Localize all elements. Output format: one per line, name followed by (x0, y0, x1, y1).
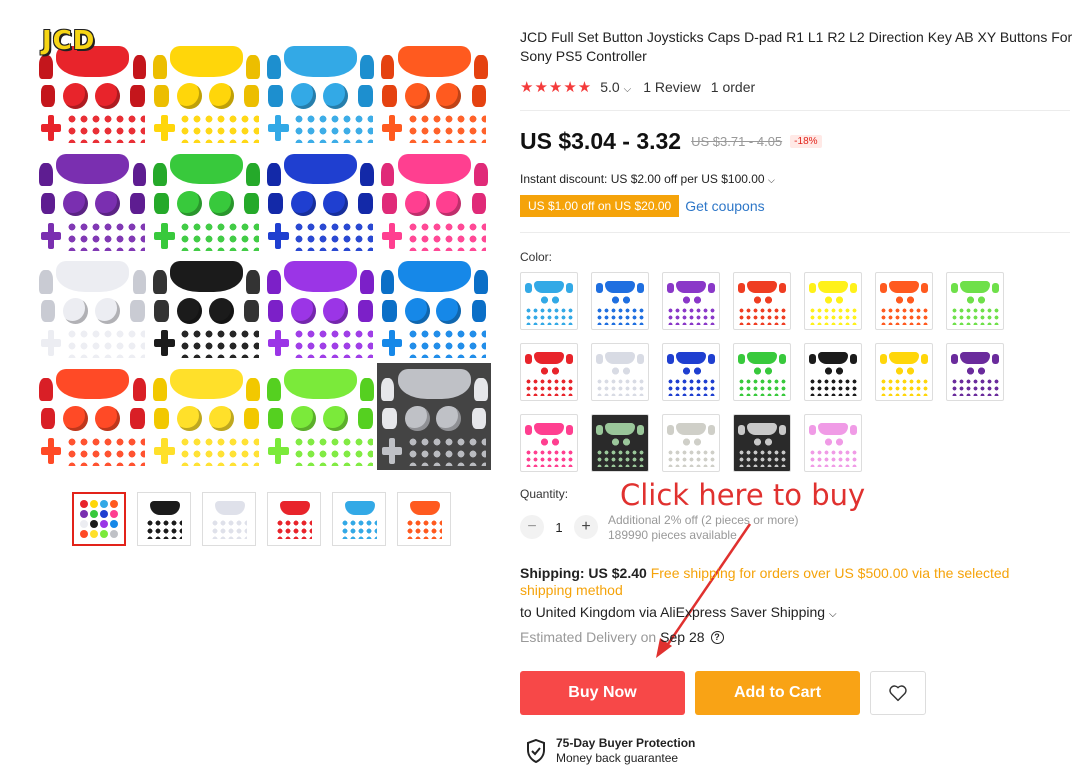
protection-title: 75-Day Buyer Protection (556, 736, 696, 750)
coupon-tag[interactable]: US $1.00 off on US $20.00 (520, 195, 680, 217)
ship-to-selector[interactable]: to United Kingdom via AliExpress Saver S… (520, 604, 837, 620)
price-row: US $3.04 - 3.32 US $3.71 - 4.05 -18% (520, 128, 822, 155)
orders-count: 1 order (710, 79, 756, 95)
color-swatch-9[interactable] (591, 343, 649, 401)
shipping-cost: Shipping: US $2.40 (520, 565, 647, 581)
brand-logo: JCD (42, 26, 96, 56)
current-price: US $3.04 - 3.32 (520, 128, 682, 154)
estimated-delivery: Estimated Delivery on Sep 28 ? (520, 629, 724, 645)
chevron-down-icon: ⌵ (767, 175, 775, 185)
thumbnail-4[interactable] (267, 492, 321, 546)
get-coupons-link[interactable]: Get coupons (685, 198, 764, 214)
estimated-delivery-label: Estimated Delivery on (520, 629, 657, 645)
color-swatch-17[interactable] (662, 414, 720, 472)
product-title: JCD Full Set Button Joysticks Caps D-pad… (520, 29, 1073, 64)
divider (520, 232, 1070, 233)
color-swatch-13[interactable] (875, 343, 933, 401)
thumbnail-strip (72, 492, 451, 546)
star-rating-icon: ★★★★★ (520, 79, 593, 96)
collage-kit (150, 363, 264, 471)
collage-kit (264, 255, 378, 363)
collage-kit (150, 40, 264, 148)
heart-icon (889, 685, 907, 702)
buy-now-button[interactable]: Buy Now (520, 671, 685, 715)
protection-subtitle: Money back guarantee (556, 751, 679, 765)
color-swatch-8[interactable] (520, 343, 578, 401)
reviews-link[interactable]: 1 Review (643, 79, 701, 95)
instant-discount[interactable]: Instant discount: US $2.00 off per US $1… (520, 172, 775, 186)
discount-badge: -18% (790, 135, 822, 148)
collage-kit (377, 40, 491, 148)
collage-kit (36, 148, 150, 256)
color-swatch-18[interactable] (733, 414, 791, 472)
rating-value[interactable]: 5.0 ⌵ (600, 79, 631, 95)
shipping-info: Shipping: US $2.40 Free shipping for ord… (520, 565, 1060, 599)
color-swatch-12[interactable] (804, 343, 862, 401)
quantity-input[interactable]: 1 (544, 520, 574, 535)
collage-kit (36, 40, 150, 148)
collage-kit (36, 255, 150, 363)
collage-kit (150, 148, 264, 256)
estimated-delivery-date: Sep 28 (660, 629, 705, 645)
color-swatch-11[interactable] (733, 343, 791, 401)
collage-kit (377, 148, 491, 256)
collage-kit (150, 255, 264, 363)
color-swatch-3[interactable] (662, 272, 720, 330)
product-collage (36, 40, 491, 470)
color-label: Color: (520, 250, 553, 264)
instant-discount-text: Instant discount: US $2.00 off per US $1… (520, 172, 765, 186)
thumbnail-6[interactable] (397, 492, 451, 546)
color-swatch-5[interactable] (804, 272, 862, 330)
color-swatch-19[interactable] (804, 414, 862, 472)
thumbnail-2[interactable] (137, 492, 191, 546)
collage-kit (264, 363, 378, 471)
annotation-text: Click here to buy (620, 478, 866, 512)
main-product-image[interactable]: JCD (36, 22, 491, 470)
collage-kit (264, 40, 378, 148)
color-swatch-16[interactable] (591, 414, 649, 472)
color-swatches (520, 272, 1010, 472)
color-swatch-4[interactable] (733, 272, 791, 330)
quantity-decrease-button[interactable]: − (520, 515, 544, 539)
wishlist-button[interactable] (870, 671, 926, 715)
chevron-down-icon: ⌵ (623, 84, 632, 95)
thumbnail-5[interactable] (332, 492, 386, 546)
add-to-cart-button[interactable]: Add to Cart (695, 671, 860, 715)
rating-number: 5.0 (600, 79, 620, 95)
color-swatch-1[interactable] (520, 272, 578, 330)
rating-row: ★★★★★ 5.0 ⌵ 1 Review 1 order (520, 78, 755, 96)
color-swatch-10[interactable] (662, 343, 720, 401)
quantity-label: Quantity: (520, 487, 569, 501)
chevron-down-icon: ⌵ (828, 609, 837, 620)
coupon-row: US $1.00 off on US $20.00 Get coupons (520, 195, 765, 217)
color-swatch-14[interactable] (946, 343, 1004, 401)
color-swatch-7[interactable] (946, 272, 1004, 330)
buyer-protection: 75-Day Buyer Protection Money back guara… (526, 736, 695, 766)
collage-kit (377, 362, 491, 470)
thumbnail-3[interactable] (202, 492, 256, 546)
divider (520, 110, 1070, 111)
ship-to-text: to United Kingdom via AliExpress Saver S… (520, 604, 826, 620)
shield-check-icon (527, 739, 545, 763)
original-price: US $3.71 - 4.05 (691, 134, 783, 149)
collage-kit (36, 363, 150, 471)
purchase-actions: Buy Now Add to Cart (520, 671, 926, 715)
color-swatch-2[interactable] (591, 272, 649, 330)
color-swatch-6[interactable] (875, 272, 933, 330)
color-swatch-15[interactable] (520, 414, 578, 472)
thumbnail-1[interactable] (72, 492, 126, 546)
help-icon[interactable]: ? (710, 630, 724, 644)
collage-kit (264, 148, 378, 256)
collage-kit (377, 255, 491, 363)
